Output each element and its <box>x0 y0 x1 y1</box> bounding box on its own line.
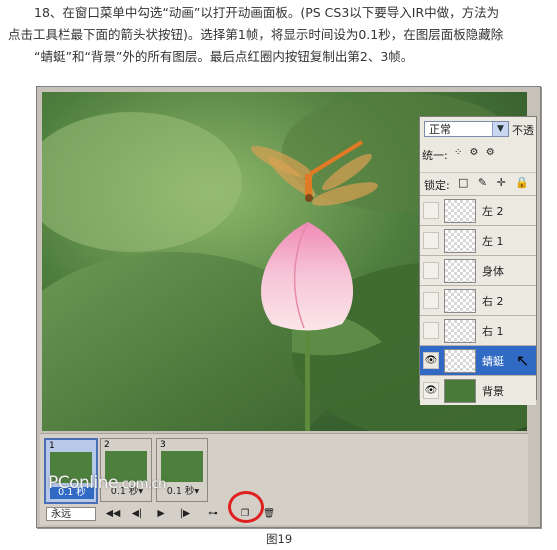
lock-label: 锁定: <box>424 179 450 192</box>
unify-icons[interactable]: ⁘ ⚙ ⚙ <box>454 147 497 158</box>
layers-panel: 正常 ▼ 不透 统一: ⁘ ⚙ ⚙ 锁定: □ ✎ ✛ 🔒 左 2 左 1 身体… <box>419 116 537 405</box>
layer-thumbnail <box>444 199 476 223</box>
first-frame-button[interactable]: ◀◀ <box>102 507 124 521</box>
layer-row-background[interactable]: 👁 背景 <box>420 375 536 405</box>
layer-row-dragonfly[interactable]: 👁 蜻蜓 ↖ <box>420 345 536 375</box>
frame-number: 2 <box>104 440 110 450</box>
layer-row-zuo1[interactable]: 左 1 <box>420 225 536 255</box>
lock-row: 锁定: □ ✎ ✛ 🔒 <box>420 172 536 193</box>
chevron-down-icon[interactable]: ▼ <box>492 122 508 136</box>
figure-label: 图19 <box>266 532 293 546</box>
tutorial-line-3: “蜻蜓”和“背景”外的所有图层。最后点红圈内按钮复制出第2、3帧。 <box>34 49 414 64</box>
visibility-toggle[interactable] <box>423 232 439 249</box>
visibility-toggle[interactable] <box>423 262 439 279</box>
unify-row: 统一: ⁘ ⚙ ⚙ <box>420 145 536 163</box>
layer-name: 左 1 <box>482 235 504 248</box>
visibility-toggle[interactable] <box>423 202 439 219</box>
layer-name: 背景 <box>482 385 504 398</box>
tutorial-line-1: 18、在窗口菜单中勾选“动画”以打开动画面板。(PS CS3以下要导入IR中做，… <box>34 5 500 20</box>
frame-number: 3 <box>160 440 166 450</box>
watermark-main: PConline <box>48 473 118 493</box>
frame-delay[interactable]: 0.1 秒▾ <box>161 486 205 498</box>
prev-frame-button[interactable]: ◀| <box>126 507 148 521</box>
opacity-label: 不透 <box>512 124 534 137</box>
layer-row-you2[interactable]: 右 2 <box>420 285 536 315</box>
layer-row-zuo2[interactable]: 左 2 <box>420 195 536 225</box>
tutorial-text: 18、在窗口菜单中勾选“动画”以打开动画面板。(PS CS3以下要导入IR中做，… <box>8 2 553 68</box>
lock-icons[interactable]: □ ✎ ✛ 🔒 <box>458 176 532 189</box>
layer-name: 右 2 <box>482 295 504 308</box>
layer-row-you1[interactable]: 右 1 <box>420 315 536 345</box>
layer-row-body[interactable]: 身体 <box>420 255 536 285</box>
animation-frame[interactable]: 1 0.1 秒 <box>44 438 98 504</box>
layer-name: 身体 <box>482 265 504 278</box>
layer-thumbnail <box>444 289 476 313</box>
layer-list: 左 2 左 1 身体 右 2 右 1 👁 蜻蜓 ↖ 👁 背景 <box>420 195 536 405</box>
loop-select[interactable]: 永远 <box>46 507 96 521</box>
unify-label: 统一: <box>422 149 448 162</box>
layer-thumbnail <box>444 259 476 283</box>
layer-thumbnail <box>444 229 476 253</box>
play-button[interactable]: ▶ <box>150 507 172 521</box>
layer-name: 蜻蜓 <box>482 355 504 368</box>
layer-name: 右 1 <box>482 325 504 338</box>
layer-thumbnail <box>444 349 476 373</box>
next-frame-button[interactable]: |▶ <box>174 507 196 521</box>
tutorial-line-2: 点击工具栏最下面的箭头状按钮)。选择第1帧，将显示时间设为0.1秒，在图层面板隐… <box>8 27 504 42</box>
tween-button[interactable]: ⊶ <box>202 507 224 521</box>
layer-name: 左 2 <box>482 205 504 218</box>
frame-number: 1 <box>49 441 55 451</box>
visibility-toggle[interactable] <box>423 322 439 339</box>
eye-icon[interactable]: 👁 <box>423 352 439 369</box>
watermark: PConline.com.cn <box>48 473 166 493</box>
eye-icon[interactable]: 👁 <box>423 382 439 399</box>
highlight-circle <box>228 491 264 523</box>
frame-thumbnail <box>161 451 203 482</box>
layer-thumbnail <box>444 319 476 343</box>
blend-mode-row: 正常 ▼ 不透 <box>420 117 536 141</box>
watermark-suffix: .com.cn <box>117 477 166 492</box>
visibility-toggle[interactable] <box>423 292 439 309</box>
cursor-icon: ↖ <box>516 351 530 370</box>
layer-thumbnail <box>444 379 476 403</box>
